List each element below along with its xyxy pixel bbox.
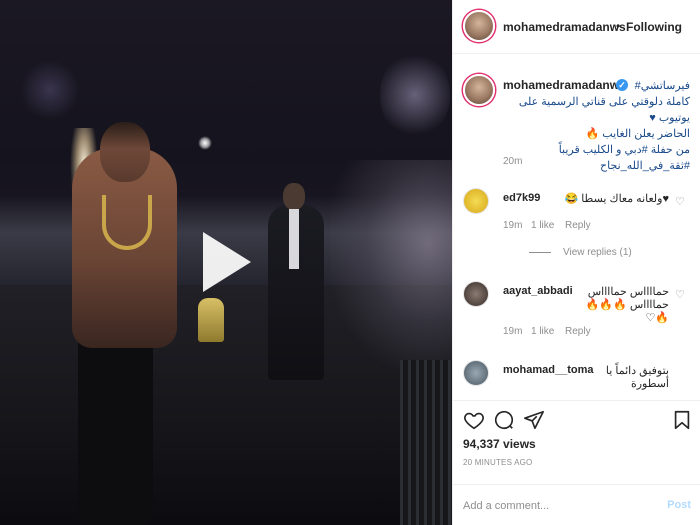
commenter-avatar[interactable] [463,188,489,214]
caption-line: من حفلة #دبي و الكليب قريباً #ثقة_في_الل… [558,144,690,172]
stage-light-right [380,50,450,140]
play-icon[interactable] [203,232,251,292]
comment-time: 19m [503,326,523,337]
crowd-barrier [400,360,452,525]
comment-text: بتوفيق دائماً يا أسطورة [503,364,669,390]
author-avatar[interactable] [463,10,495,42]
add-comment-input[interactable] [463,497,653,515]
caption-line: الحاضر يعلن الغايب 🔥 [585,128,690,140]
performer-head [100,122,150,182]
commenter-avatar[interactable] [463,281,489,307]
caption-line: كاملة دلوقتي على قناتي الرسمية على يوتيو… [518,96,690,124]
stage-light-left [20,60,80,120]
view-count[interactable]: 94,337 views [463,437,536,451]
caption-time: 20m [503,156,523,167]
comment-icon[interactable] [493,409,515,431]
comment-like-heart-icon[interactable]: ♡ [675,288,685,301]
reply-button[interactable]: Reply [565,326,591,337]
post-panel: mohamedramadanws • Following mohamedrama… [452,0,700,525]
comment-text: ♥ولعانه معاك يسطا 😂 [564,193,669,205]
comment-likes[interactable]: 1 like [531,326,554,337]
post-comment-button[interactable]: Post [667,499,691,511]
gold-chain [102,195,152,250]
caption-avatar[interactable] [463,74,495,106]
security-guard-head [283,183,305,210]
author-username[interactable]: mohamedramadanws [503,20,626,34]
reply-button[interactable]: Reply [565,220,591,231]
commenter-avatar[interactable] [463,360,489,386]
caption-text: فيرساتشي# كاملة دلوقتي على قناتي الرسمية… [500,78,690,174]
action-bar [453,400,700,432]
separator-dot: • [616,19,621,33]
share-icon[interactable] [523,409,545,431]
comment-like-heart-icon[interactable]: ♡ [675,195,685,208]
comment-text-value: بتوفيق دائماً يا أسطورة [605,365,669,390]
post-video[interactable] [0,0,452,525]
comment-bar: Post [453,484,700,525]
post-header: mohamedramadanws • Following [453,0,700,54]
comment-username[interactable]: ed7k99 [503,192,540,204]
bookmark-icon[interactable] [671,409,693,431]
comment-text: حمااااس حمااااس حمااااس 🔥🔥🔥🔥♡ [503,285,669,324]
security-guard-shirt [289,209,299,269]
fans-hands [330,160,452,370]
comment-likes[interactable]: 1 like [531,220,554,231]
caption-line: فيرساتشي# [634,80,690,92]
following-button[interactable]: Following [626,20,682,34]
comment-text-value: حمااااس حمااااس حمااااس 🔥🔥🔥🔥♡ [585,286,669,324]
performer-legs [78,335,153,525]
heart-icon[interactable] [463,409,485,431]
spotlight [198,136,212,150]
comment-time: 19m [503,220,523,231]
post-timestamp: 20 MINUTES AGO [463,458,533,467]
gold-trophy [198,298,224,342]
view-replies-button[interactable]: View replies (1) [529,247,632,258]
